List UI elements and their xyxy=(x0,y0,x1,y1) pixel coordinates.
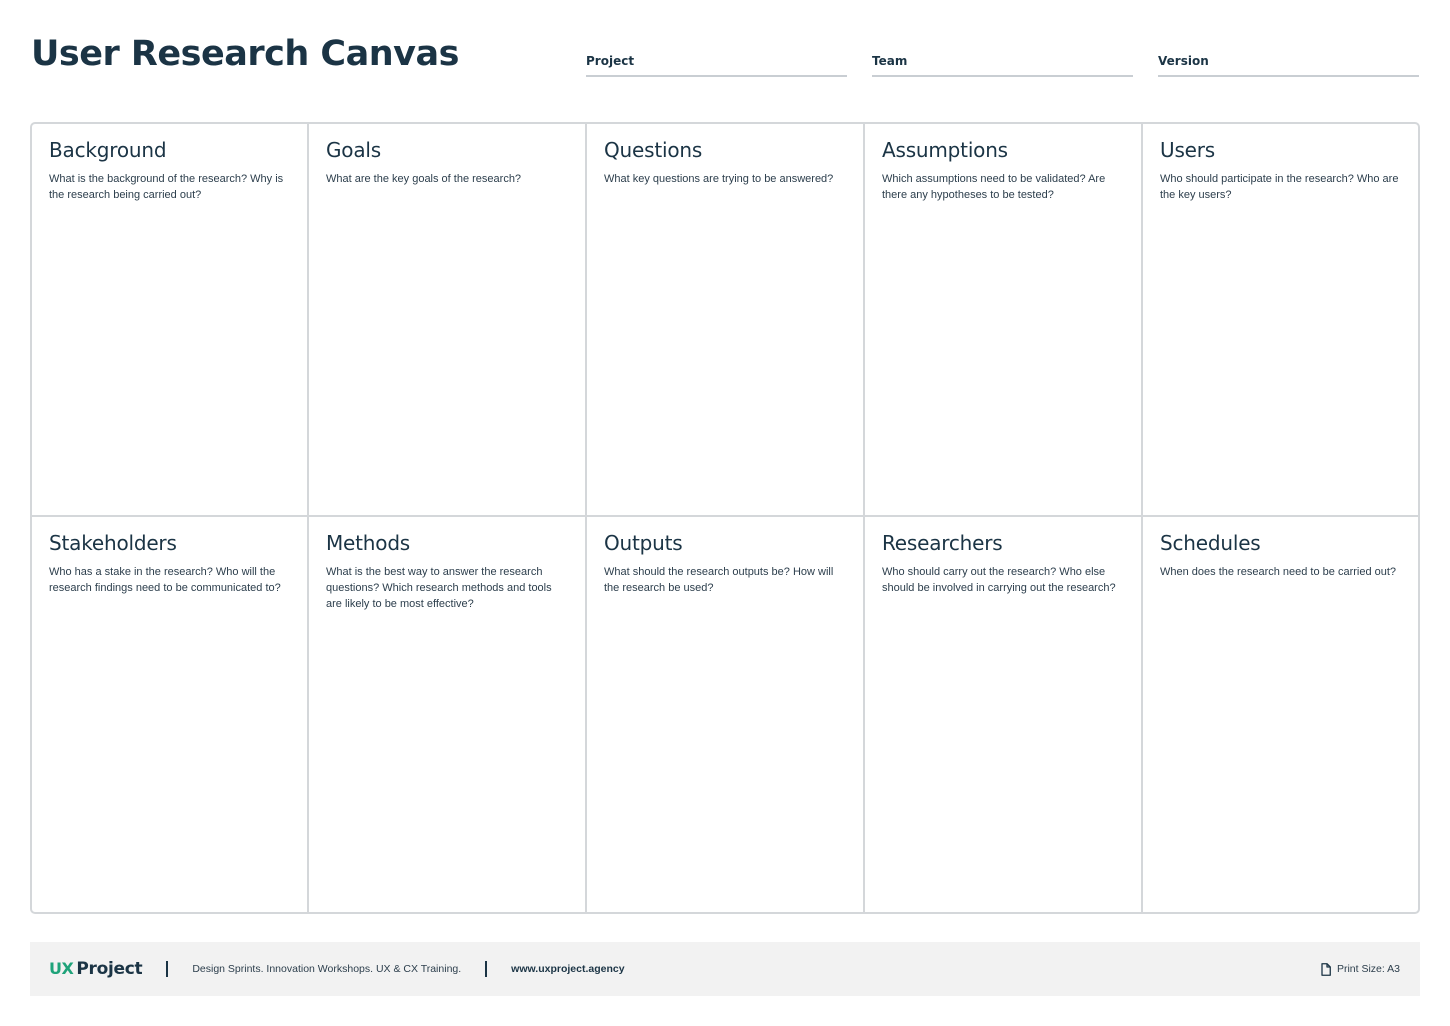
section-prompt: Which assumptions need to be validated? … xyxy=(882,173,1106,201)
version-label: Version xyxy=(1158,54,1209,68)
section-methods[interactable]: Methods What is the best way to answer t… xyxy=(309,517,587,912)
divider xyxy=(166,961,169,977)
section-prompt: What key questions are trying to be answ… xyxy=(604,173,834,185)
canvas-grid: Background What is the background of the… xyxy=(30,122,1420,914)
section-title: Schedules xyxy=(1160,531,1261,555)
section-background[interactable]: Background What is the background of the… xyxy=(32,124,309,517)
section-stakeholders[interactable]: Stakeholders Who has a stake in the rese… xyxy=(32,517,309,912)
canvas-page: User Research Canvas Project Team Versio… xyxy=(0,0,1450,1026)
website-link[interactable]: www.uxproject.agency xyxy=(511,963,624,975)
section-title: Goals xyxy=(326,138,381,162)
project-label: Project xyxy=(586,54,635,68)
section-prompt: Who should participate in the research? … xyxy=(1160,173,1399,201)
logo-ux: UX xyxy=(49,959,74,978)
divider xyxy=(485,961,488,977)
section-title: Assumptions xyxy=(882,138,1008,162)
section-schedules[interactable]: Schedules When does the research need to… xyxy=(1143,517,1418,912)
project-field[interactable]: Project xyxy=(586,52,847,77)
section-outputs[interactable]: Outputs What should the research outputs… xyxy=(587,517,865,912)
section-researchers[interactable]: Researchers Who should carry out the res… xyxy=(865,517,1143,912)
section-title: Methods xyxy=(326,531,411,555)
section-prompt: What is the best way to answer the resea… xyxy=(326,566,552,610)
section-goals[interactable]: Goals What are the key goals of the rese… xyxy=(309,124,587,517)
section-users[interactable]: Users Who should participate in the rese… xyxy=(1143,124,1418,517)
section-prompt: What should the research outputs be? How… xyxy=(604,566,834,594)
section-title: Questions xyxy=(604,138,703,162)
print-size: Print Size: A3 xyxy=(1321,962,1400,976)
print-size-label: Print Size: A3 xyxy=(1336,963,1400,975)
section-title: Users xyxy=(1160,138,1216,162)
section-assumptions[interactable]: Assumptions Which assumptions need to be… xyxy=(865,124,1143,517)
section-title: Stakeholders xyxy=(49,531,177,555)
uxproject-logo: UX Project xyxy=(49,959,143,979)
section-prompt: What are the key goals of the research? xyxy=(326,173,522,185)
version-field[interactable]: Version xyxy=(1158,52,1419,77)
page-title: User Research Canvas xyxy=(31,34,459,74)
section-title: Outputs xyxy=(604,531,683,555)
section-title: Background xyxy=(49,138,167,162)
section-prompt: Who should carry out the research? Who e… xyxy=(882,566,1116,594)
document-icon xyxy=(1321,962,1331,976)
team-field[interactable]: Team xyxy=(872,52,1133,77)
section-prompt: When does the research need to be carrie… xyxy=(1160,566,1397,578)
section-prompt: What is the background of the research? … xyxy=(49,173,284,201)
section-prompt: Who has a stake in the research? Who wil… xyxy=(49,566,281,594)
section-questions[interactable]: Questions What key questions are trying … xyxy=(587,124,865,517)
tagline: Design Sprints. Innovation Workshops. UX… xyxy=(192,963,462,975)
section-title: Researchers xyxy=(882,531,1003,555)
logo-project: Project xyxy=(76,959,143,979)
team-label: Team xyxy=(872,54,908,68)
footer-bar: UX Project Design Sprints. Innovation Wo… xyxy=(30,942,1420,996)
